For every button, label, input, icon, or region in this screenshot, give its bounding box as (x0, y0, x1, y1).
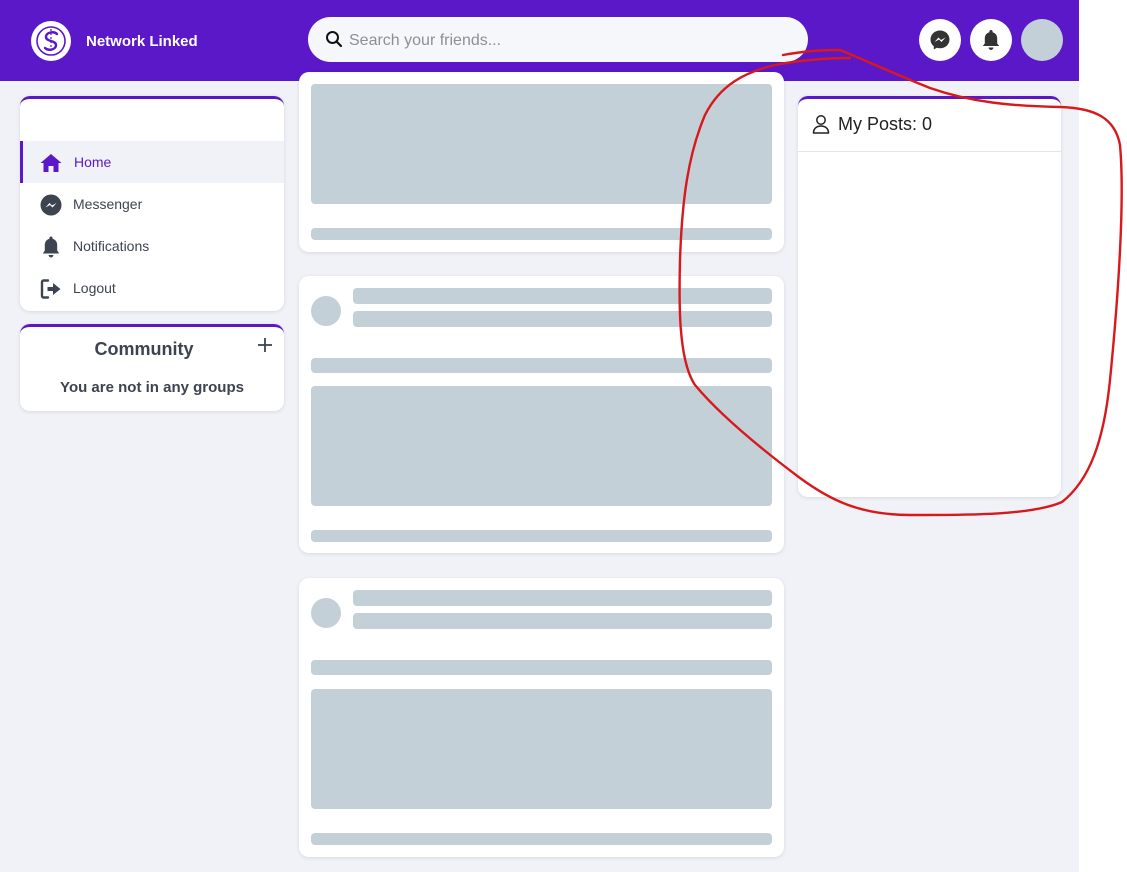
bell-icon (982, 30, 1000, 50)
skeleton-line (353, 311, 772, 327)
sidebar-item-notifications[interactable]: Notifications (20, 225, 284, 267)
post-skeleton-2 (299, 276, 784, 553)
skeleton-line (311, 833, 772, 845)
skeleton-image (311, 689, 772, 809)
skeleton-line (311, 358, 772, 373)
community-panel: Community You are not in any groups (20, 324, 284, 411)
skeleton-avatar (311, 296, 341, 326)
search-icon (326, 31, 343, 48)
sidebar-item-logout[interactable]: Logout (20, 267, 284, 309)
home-icon (40, 154, 62, 172)
search-input[interactable] (347, 17, 791, 64)
skeleton-line (353, 288, 772, 304)
messenger-icon (930, 30, 950, 50)
plus-icon[interactable] (255, 335, 275, 355)
sidebar-item-messenger[interactable]: Messenger (20, 183, 284, 225)
skeleton-line (311, 660, 772, 675)
messenger-icon (40, 194, 62, 216)
post-skeleton-1 (299, 72, 784, 252)
skeleton-avatar (311, 598, 341, 628)
logo-icon[interactable] (31, 21, 71, 61)
avatar[interactable] (1021, 19, 1063, 61)
skeleton-line (353, 613, 772, 629)
skeleton-image (311, 386, 772, 506)
skeleton-line (353, 590, 772, 606)
sidebar-item-label: Logout (73, 280, 116, 296)
notifications-button[interactable] (970, 19, 1012, 61)
app-window: Network Linked H (0, 0, 1079, 872)
brand-name[interactable]: Network Linked (86, 33, 198, 50)
my-posts-header: My Posts: 0 (798, 99, 1061, 152)
search-bar (308, 17, 808, 64)
skeleton-line (311, 530, 772, 542)
sidebar-item-label: Messenger (73, 196, 143, 212)
community-title: Community (94, 339, 194, 359)
my-posts-panel: My Posts: 0 (798, 96, 1061, 497)
user-icon (812, 115, 830, 134)
messenger-button[interactable] (919, 19, 961, 61)
sidebar-nav: Home Messenger Notifications Logout (20, 96, 284, 311)
sidebar-item-home[interactable]: Home (20, 141, 284, 183)
my-posts-count: My Posts: 0 (838, 114, 933, 134)
sidebar-item-label: Notifications (73, 238, 150, 254)
bell-icon (42, 236, 60, 258)
community-empty-message: You are not in any groups (60, 379, 244, 396)
skeleton-image (311, 84, 772, 204)
post-skeleton-3 (299, 578, 784, 857)
sidebar-item-label: Home (74, 154, 112, 170)
logout-icon (40, 279, 61, 299)
top-navbar: Network Linked (0, 0, 1079, 81)
skeleton-line (311, 228, 772, 240)
